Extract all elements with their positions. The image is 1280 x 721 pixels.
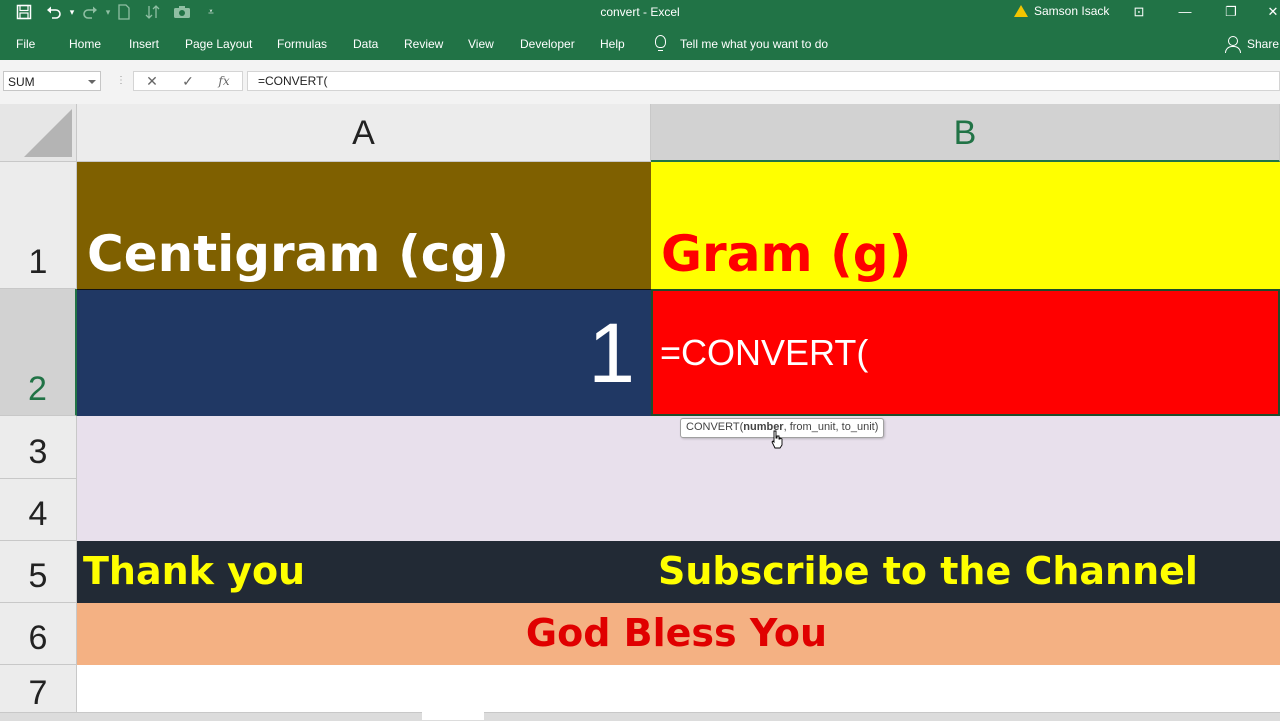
cell-b1[interactable]: Gram (g) <box>651 162 1280 289</box>
camera-icon[interactable] <box>172 3 192 21</box>
formula-bar-area: SUM ⋮ ✕ ✓ fx =CONVERT( <box>0 60 1280 104</box>
cell-b5[interactable]: Subscribe to the Channel <box>651 541 1280 603</box>
ribbon-display-options-icon[interactable]: ⊡ <box>1116 4 1162 22</box>
save-icon[interactable] <box>14 3 34 21</box>
restore-icon[interactable]: ❐ <box>1208 4 1254 22</box>
row-header-5[interactable]: 5 <box>0 541 77 603</box>
sort-icon[interactable] <box>143 3 163 21</box>
row-header-6[interactable]: 6 <box>0 603 77 665</box>
cells-rows-3-4[interactable] <box>77 416 1280 541</box>
tab-page-layout[interactable]: Page Layout <box>185 37 252 51</box>
ribbon-tabs: File Home Insert Page Layout Formulas Da… <box>0 26 1280 60</box>
cell-a1[interactable]: Centigram (cg) <box>77 162 651 289</box>
cancel-icon[interactable]: ✕ <box>134 72 170 90</box>
tell-me-search[interactable]: Tell me what you want to do <box>680 37 828 51</box>
column-header-a[interactable]: A <box>77 104 651 162</box>
tab-formulas[interactable]: Formulas <box>277 37 327 51</box>
active-sheet-tab[interactable] <box>422 712 484 720</box>
tooltip-function-name[interactable]: CONVERT( <box>686 421 743 433</box>
row-header-3[interactable]: 3 <box>0 416 77 479</box>
share-button[interactable]: Share <box>1247 37 1279 51</box>
formula-bar-resize-handle[interactable]: ⋮ <box>116 75 126 86</box>
hand-pointer-cursor-icon <box>771 430 783 449</box>
tab-insert[interactable]: Insert <box>129 37 159 51</box>
formula-buttons: ✕ ✓ fx <box>133 71 243 91</box>
tab-developer[interactable]: Developer <box>520 37 575 51</box>
tooltip-remaining-args: , from_unit, to_unit) <box>783 421 879 433</box>
name-box[interactable]: SUM <box>3 71 101 91</box>
close-icon[interactable]: ✕ <box>1250 4 1280 22</box>
new-file-icon[interactable] <box>114 3 134 21</box>
name-box-dropdown-icon[interactable] <box>88 80 96 84</box>
row-header-4[interactable]: 4 <box>0 479 77 541</box>
column-header-b[interactable]: B <box>651 104 1280 162</box>
row-header-2[interactable]: 2 <box>0 289 77 416</box>
cell-b2[interactable]: =CONVERT( <box>651 289 1280 416</box>
redo-icon[interactable] <box>80 3 100 21</box>
undo-dropdown-icon[interactable]: ▾ <box>62 3 82 21</box>
insert-function-icon[interactable]: fx <box>206 72 242 90</box>
cell-a5[interactable]: Thank you <box>77 541 651 603</box>
row-header-1[interactable]: 1 <box>0 162 77 289</box>
formula-input[interactable]: =CONVERT( <box>247 71 1280 91</box>
select-all-button[interactable] <box>0 104 77 162</box>
tab-review[interactable]: Review <box>404 37 443 51</box>
tab-home[interactable]: Home <box>69 37 101 51</box>
tab-data[interactable]: Data <box>353 37 378 51</box>
tab-view[interactable]: View <box>468 37 494 51</box>
undo-icon[interactable] <box>44 3 64 21</box>
tab-help[interactable]: Help <box>600 37 625 51</box>
customize-toolbar-icon[interactable]: ⩡ <box>201 3 221 21</box>
select-all-triangle-icon <box>24 109 72 157</box>
user-name: Samson Isack <box>1034 4 1110 18</box>
share-icon <box>1225 36 1241 53</box>
worksheet-grid: A B 1 2 3 4 5 6 7 Centigram (cg) Gram (g… <box>0 104 1280 720</box>
name-box-value: SUM <box>8 75 35 89</box>
warning-icon <box>1014 5 1028 17</box>
cell-a6[interactable]: God Bless You <box>77 603 1280 665</box>
tab-file[interactable]: File <box>16 37 35 51</box>
cell-a2[interactable]: 1 <box>77 289 651 416</box>
enter-icon[interactable]: ✓ <box>170 72 206 90</box>
title-bar: ▾ ▾ ⩡ convert - Excel Samson Isack ⊡ — ❐… <box>0 0 1280 26</box>
lightbulb-icon <box>655 35 666 51</box>
user-account[interactable]: Samson Isack <box>1014 4 1109 18</box>
minimize-icon[interactable]: — <box>1162 4 1208 22</box>
